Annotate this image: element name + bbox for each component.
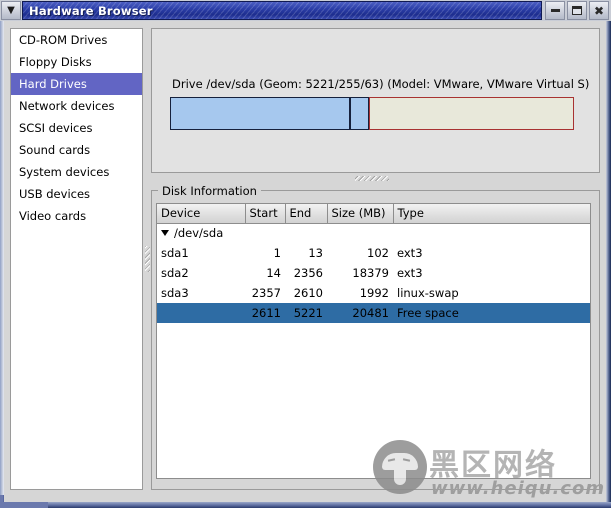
disk-information-group: Disk Information Device Start End Size (MB)… bbox=[151, 184, 600, 490]
column-header-type[interactable]: Type bbox=[393, 204, 590, 224]
cell-end: 2610 bbox=[293, 286, 323, 300]
table-row[interactable]: sda2 14 2356 18379 ext3 bbox=[157, 263, 590, 283]
table-row[interactable]: sda3 2357 2610 1992 linux-swap bbox=[157, 283, 590, 303]
cell-size: 20481 bbox=[327, 303, 393, 323]
cell-device bbox=[157, 303, 245, 323]
sidebar-item-hard-drives[interactable]: Hard Drives bbox=[11, 73, 142, 95]
title-bar-strip[interactable]: Hardware Browser bbox=[22, 1, 542, 20]
column-header-device[interactable]: Device bbox=[157, 204, 246, 224]
chevron-down-icon: ▼ bbox=[7, 4, 15, 16]
sidebar-item-scsi-devices[interactable]: SCSI devices bbox=[11, 117, 142, 139]
cell-end: 13 bbox=[308, 246, 323, 260]
cell-size: 1992 bbox=[359, 286, 389, 300]
table-body: /dev/sda sda1 1 13 102 ext3 sda2 14 2356 18379 ext… bbox=[157, 223, 590, 323]
hardware-browser-window: ▼ Hardware Browser ✖ CD-ROM Drives Floppy… bbox=[0, 0, 611, 508]
partition-segment-sda3[interactable] bbox=[350, 97, 370, 130]
table-header-row: Device Start End Size (MB) Type bbox=[157, 204, 590, 224]
sidebar-item-sound-cards[interactable]: Sound cards bbox=[11, 139, 142, 161]
column-header-start[interactable]: Start bbox=[245, 204, 286, 224]
window-frame-bottom bbox=[0, 502, 611, 508]
column-header-end[interactable]: End bbox=[285, 204, 328, 224]
sidebar-item-network-devices[interactable]: Network devices bbox=[11, 95, 142, 117]
window-content: CD-ROM Drives Floppy Disks Hard Drives Netw… bbox=[4, 21, 606, 502]
table-row[interactable]: 2611 5221 20481 Free space bbox=[157, 303, 590, 323]
partition-bar[interactable] bbox=[170, 97, 574, 130]
column-header-size-mb[interactable]: Size (MB) bbox=[327, 204, 394, 224]
table-row[interactable]: /dev/sda bbox=[157, 223, 590, 243]
sidebar-item-video-cards[interactable]: Video cards bbox=[11, 205, 142, 227]
maximize-button[interactable] bbox=[567, 1, 587, 20]
close-icon: ✖ bbox=[593, 3, 605, 18]
cell-start: 2611 bbox=[245, 303, 285, 323]
cell-end: 2356 bbox=[293, 266, 323, 280]
cell-size: 18379 bbox=[352, 266, 389, 280]
sidebar-item-system-devices[interactable]: System devices bbox=[11, 161, 142, 183]
splitter-grip-icon bbox=[355, 176, 389, 181]
cell-start bbox=[245, 223, 285, 243]
table-header: Device Start End Size (MB) Type bbox=[157, 204, 590, 224]
window-frame-right bbox=[606, 0, 611, 508]
sidebar-item-floppy-disks[interactable]: Floppy Disks bbox=[11, 51, 142, 73]
cell-device: /dev/sda bbox=[157, 223, 245, 243]
window-menu-button[interactable]: ▼ bbox=[1, 1, 21, 20]
cell-type bbox=[393, 223, 590, 243]
disk-information-legend: Disk Information bbox=[158, 184, 261, 198]
sidebar-item-usb-devices[interactable]: USB devices bbox=[11, 183, 142, 205]
table-row[interactable]: sda1 1 13 102 ext3 bbox=[157, 243, 590, 263]
cell-start: 2357 bbox=[251, 286, 281, 300]
cell-type: ext3 bbox=[397, 246, 423, 260]
cell-start: 1 bbox=[273, 246, 281, 260]
window-title: Hardware Browser bbox=[29, 3, 153, 18]
drive-label: Drive /dev/sda (Geom: 5221/255/63) (Mode… bbox=[172, 77, 590, 91]
device-category-list[interactable]: CD-ROM Drives Floppy Disks Hard Drives Netw… bbox=[10, 28, 143, 490]
cell-device: sda3 bbox=[161, 286, 189, 300]
drive-graphic-panel: Drive /dev/sda (Geom: 5221/255/63) (Mode… bbox=[151, 28, 600, 173]
device-name: /dev/sda bbox=[174, 226, 224, 241]
cell-type: linux-swap bbox=[397, 286, 459, 300]
cell-end: 5221 bbox=[285, 303, 327, 323]
disk-information-table: Device Start End Size (MB) Type /dev/sda sda1… bbox=[157, 204, 590, 323]
minimize-icon bbox=[550, 9, 560, 12]
splitter-grip-icon bbox=[145, 246, 150, 272]
minimize-button[interactable] bbox=[545, 1, 565, 20]
cell-device: sda2 bbox=[161, 266, 189, 280]
partition-segment-free-space[interactable] bbox=[369, 97, 574, 130]
maximize-icon bbox=[572, 6, 582, 15]
cell-type: Free space bbox=[393, 303, 590, 323]
disk-information-table-wrapper[interactable]: Device Start End Size (MB) Type /dev/sda sda1… bbox=[156, 203, 591, 479]
cell-type: ext3 bbox=[397, 266, 423, 280]
vertical-splitter[interactable] bbox=[144, 28, 151, 490]
partition-segment-sda1+sda2[interactable] bbox=[170, 97, 351, 130]
cell-size: 102 bbox=[367, 246, 389, 260]
expander-triangle-down-icon[interactable] bbox=[161, 229, 169, 236]
right-column: Drive /dev/sda (Geom: 5221/255/63) (Mode… bbox=[151, 28, 600, 490]
close-button[interactable]: ✖ bbox=[589, 1, 609, 20]
table-scrollbar[interactable] bbox=[591, 203, 595, 479]
horizontal-splitter[interactable] bbox=[151, 174, 600, 183]
cell-size bbox=[327, 223, 393, 243]
title-bar: ▼ Hardware Browser ✖ bbox=[0, 0, 611, 21]
cell-device: sda1 bbox=[161, 246, 189, 260]
sidebar-item-cd-rom-drives[interactable]: CD-ROM Drives bbox=[11, 29, 142, 51]
cell-end bbox=[285, 223, 327, 243]
cell-start: 14 bbox=[266, 266, 281, 280]
